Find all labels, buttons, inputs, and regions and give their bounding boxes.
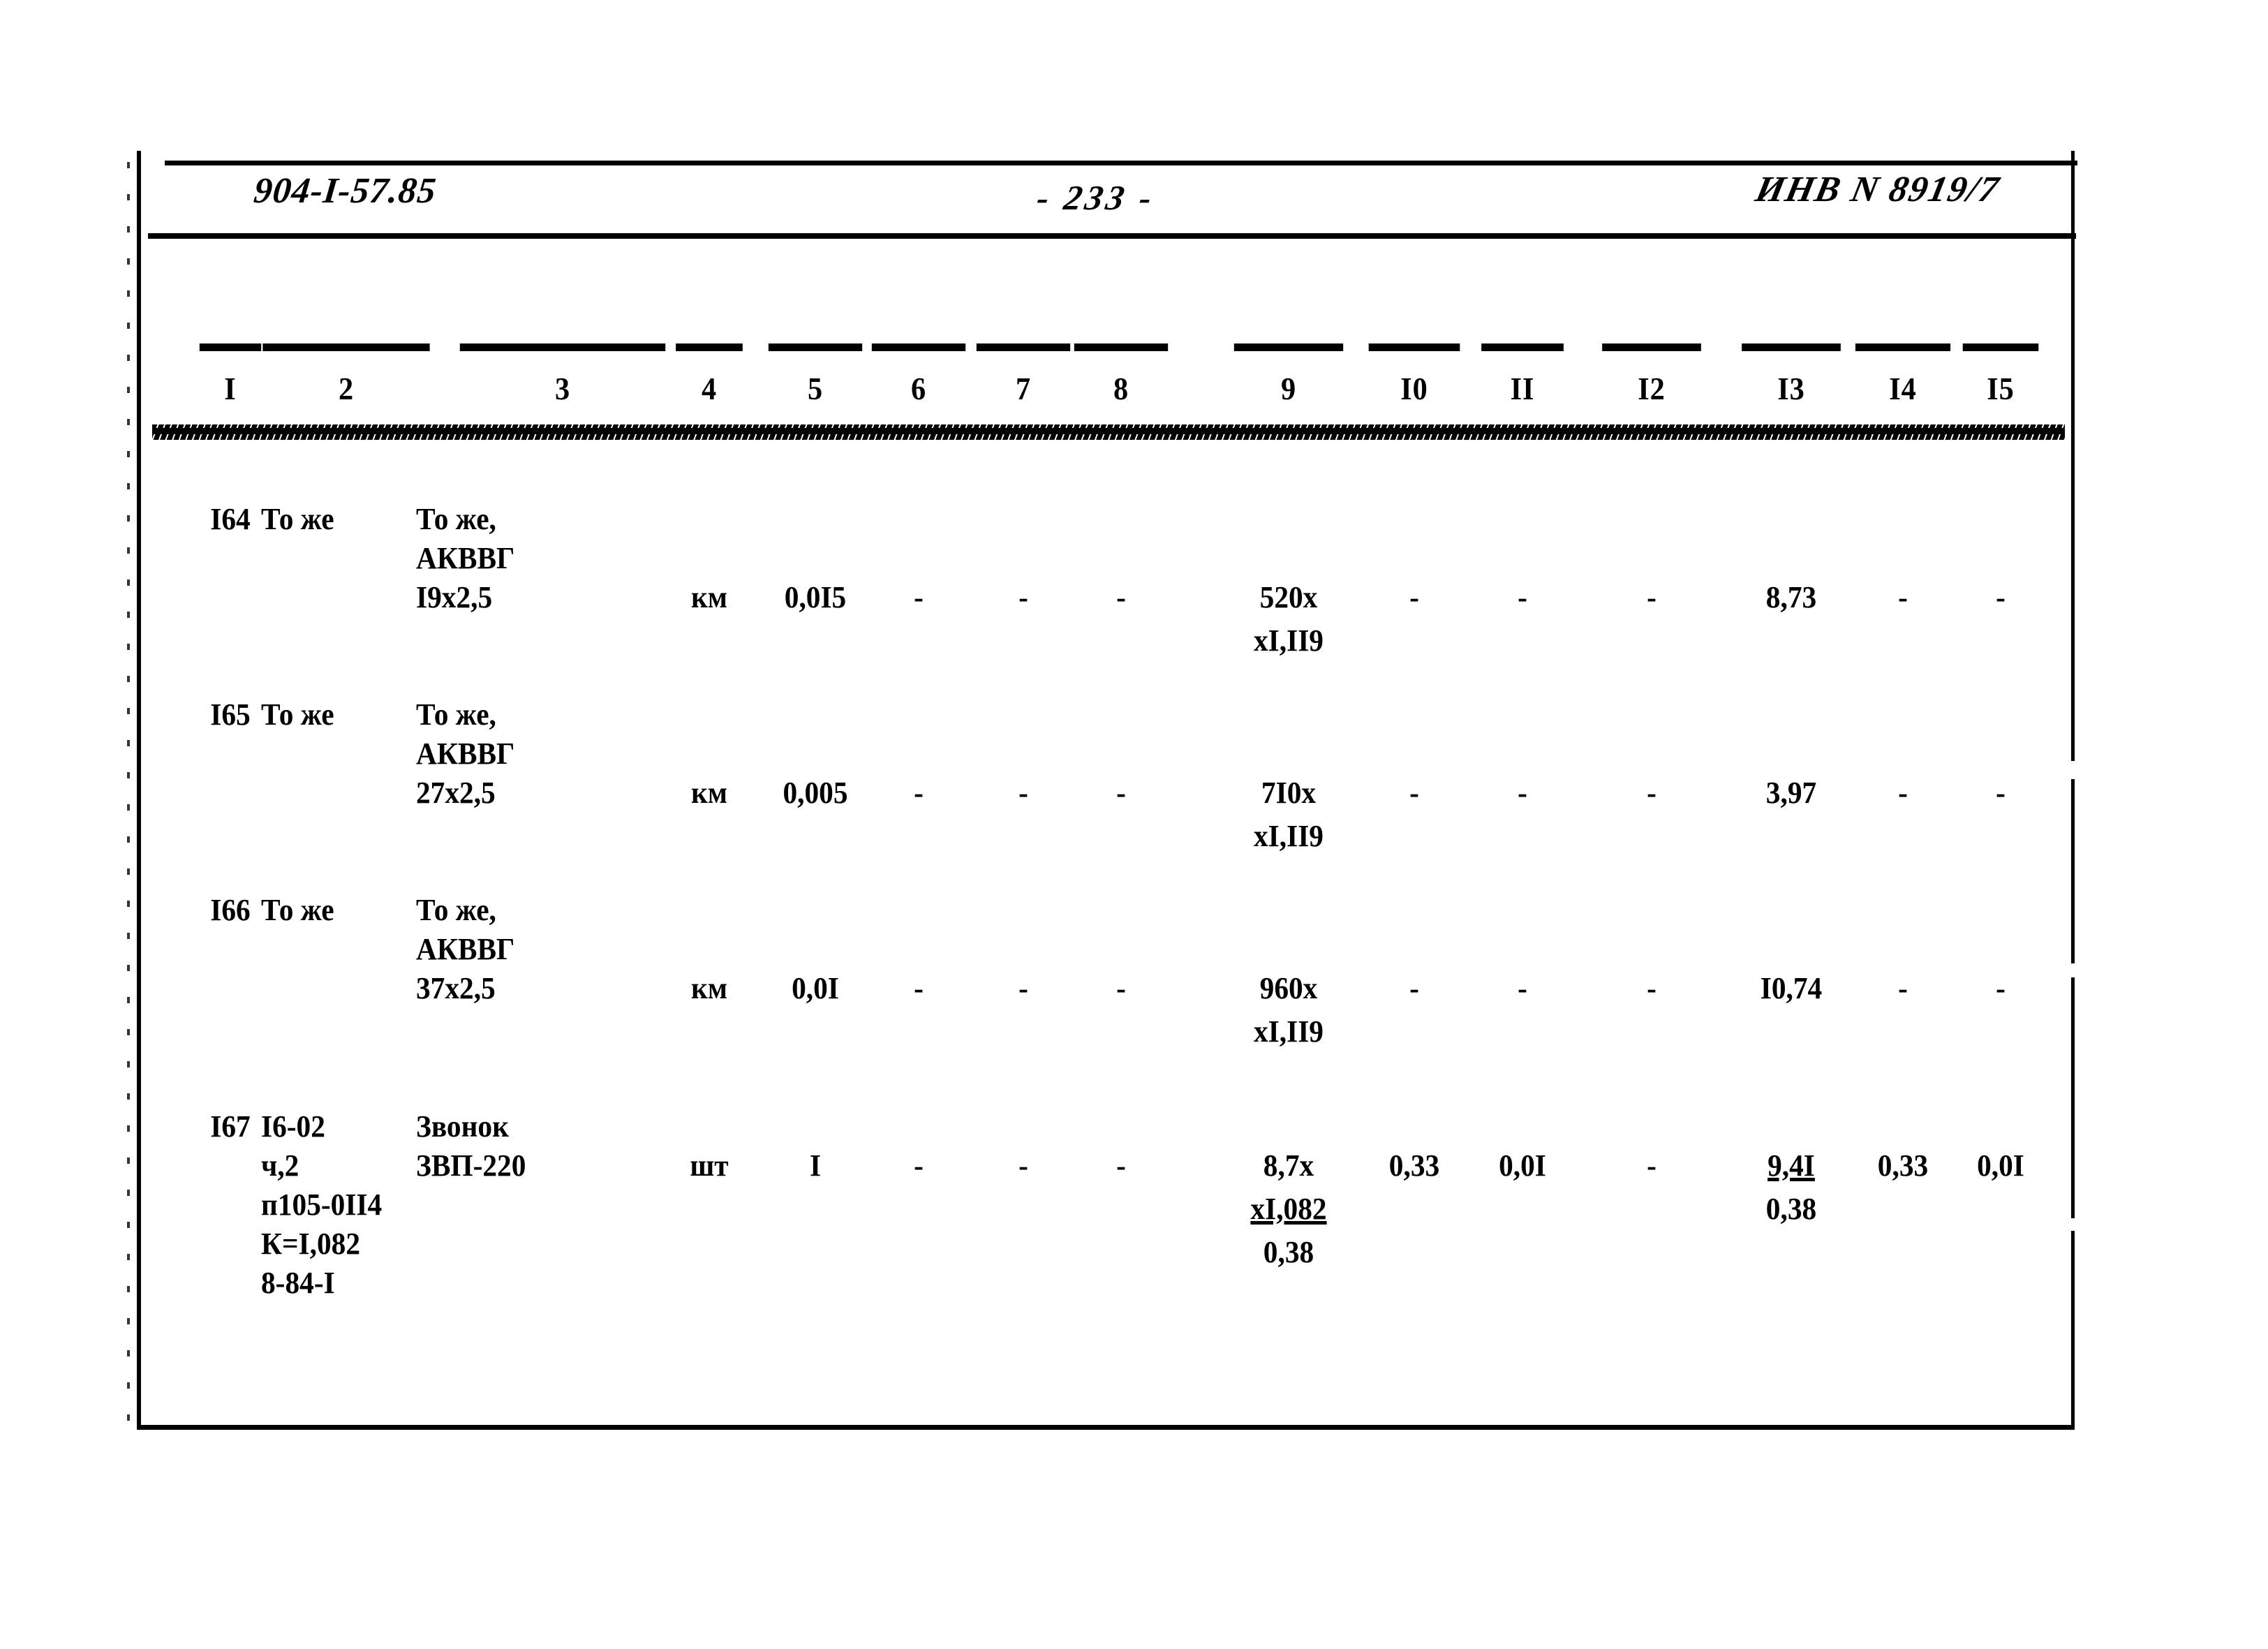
cell-col7: - xyxy=(1018,580,1028,614)
cell-col15: - xyxy=(1996,776,2006,810)
column-header-dash-5 xyxy=(768,343,863,351)
cell-col9-mid: хI,II9 xyxy=(1254,819,1324,853)
column-header-I0: I0 xyxy=(1368,343,1460,407)
cell-col9-mid: хI,II9 xyxy=(1254,623,1324,658)
column-header-9: 9 xyxy=(1233,343,1344,407)
cell-col6: - xyxy=(914,971,924,1005)
column-header-dash-I xyxy=(199,343,262,351)
cell-col12: - xyxy=(1647,580,1656,614)
cell-description: Звонок ЗВП-220 xyxy=(416,1109,526,1183)
header-separator-zigzag-rule xyxy=(152,424,2065,440)
column-header-dash-4 xyxy=(676,343,743,351)
column-header-dash-8 xyxy=(1074,343,1169,351)
cell-col6: - xyxy=(914,776,924,810)
column-header-I2: I2 xyxy=(1602,343,1701,407)
cell-col9-bottom: 0,38 xyxy=(1263,1235,1314,1269)
column-header-dash-3 xyxy=(459,343,666,351)
cell-col11: - xyxy=(1518,776,1527,810)
column-header-I5: I5 xyxy=(1956,343,2046,407)
column-header-6: 6 xyxy=(871,343,966,407)
column-header-I: I xyxy=(186,343,276,407)
column-header-dash-I0 xyxy=(1368,343,1460,351)
column-header-II: II xyxy=(1478,343,1568,407)
specification-table: I 2 3 4 5 6 7 8 9 I0 II I2 I3 I4 I5 I64 То же То же, АКВ… xyxy=(137,151,2075,1430)
cell-col8: - xyxy=(1116,580,1126,614)
cell-col11: 0,0I xyxy=(1499,1148,1546,1183)
column-header-dash-I2 xyxy=(1602,343,1701,351)
cell-col11: - xyxy=(1518,580,1527,614)
column-header-I4: I4 xyxy=(1855,343,1951,407)
cell-col12: - xyxy=(1647,1148,1656,1183)
cell-col15: - xyxy=(1996,580,2006,614)
column-header-dash-I3 xyxy=(1742,343,1841,351)
column-header-5: 5 xyxy=(768,343,863,407)
cell-col7: - xyxy=(1018,776,1028,810)
column-header-I3: I3 xyxy=(1742,343,1841,407)
cell-col11: - xyxy=(1518,971,1527,1005)
cell-description: То же, АКВВГ 37х2,5 xyxy=(416,893,515,1005)
cell-col9-mid: хI,082 xyxy=(1250,1192,1327,1226)
column-number-header-row: I 2 3 4 5 6 7 8 9 I0 II I2 I3 I4 I5 xyxy=(137,341,2075,411)
column-header-dash-I5 xyxy=(1962,343,2039,351)
column-header-dash-6 xyxy=(871,343,966,351)
cell-col15: 0,0I xyxy=(1977,1148,2024,1183)
column-header-dash-I4 xyxy=(1855,343,1951,351)
column-header-dash-II xyxy=(1481,343,1564,351)
cell-col6: - xyxy=(914,1148,924,1183)
column-header-dash-2 xyxy=(262,343,430,351)
column-header-8: 8 xyxy=(1074,343,1169,407)
cell-col12: - xyxy=(1647,971,1656,1005)
column-header-7: 7 xyxy=(976,343,1071,407)
cell-description: То же, АКВВГ 27х2,5 xyxy=(416,697,515,810)
cell-col7: - xyxy=(1018,971,1028,1005)
column-header-dash-7 xyxy=(976,343,1071,351)
cell-col9-mid: хI,II9 xyxy=(1254,1014,1324,1049)
cell-description: То же, АКВВГ I9х2,5 xyxy=(416,502,515,614)
scanned-document-page: 904-I-57.85 - 233 - ИНВ N 8919/7 I234567… xyxy=(0,0,2268,1649)
cell-col8: - xyxy=(1116,776,1126,810)
cell-col12: - xyxy=(1647,776,1656,810)
cell-col6: - xyxy=(914,580,924,614)
cell-col15: - xyxy=(1996,971,2006,1005)
cell-col8: - xyxy=(1116,971,1126,1005)
column-header-3: 3 xyxy=(459,343,666,407)
cell-col13-bottom: 0,38 xyxy=(1765,1192,1817,1226)
left-margin-guide-line xyxy=(127,162,130,1426)
cell-col7: - xyxy=(1018,1148,1028,1183)
column-header-dash-9 xyxy=(1233,343,1344,351)
cell-col8: - xyxy=(1116,1148,1126,1183)
column-header-4: 4 xyxy=(665,343,755,407)
column-header-2: 2 xyxy=(262,343,430,407)
